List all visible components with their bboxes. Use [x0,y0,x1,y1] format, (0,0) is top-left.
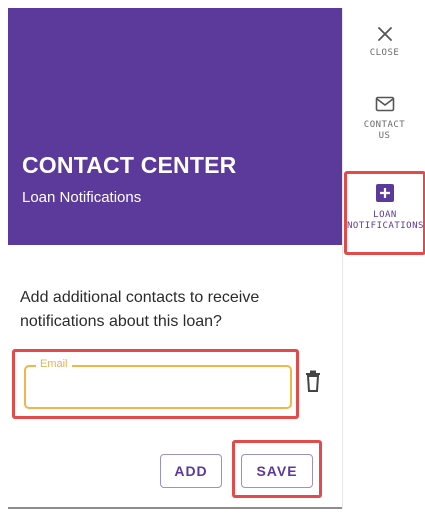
contact-us-label: CONTACT US [363,120,406,141]
loan-notifications-highlight: LOAN NOTIFICATIONS [344,171,425,255]
page-title: CONTACT CENTER [22,152,237,178]
panel-header: CONTACT CENTER Loan Notifications [8,8,342,245]
page-subtitle: Loan Notifications [22,189,142,206]
rail-close[interactable]: CLOSE [343,26,425,59]
email-field-highlight: Email [12,349,299,419]
side-rail: CLOSE CONTACT US LOAN NOTIFICATIONS [342,8,425,509]
email-input[interactable] [36,377,276,397]
email-field-label: Email [36,358,72,370]
save-button-highlight: SAVE [232,440,322,498]
rail-contact-us[interactable]: CONTACT US [343,96,425,142]
loan-notifications-label: LOAN NOTIFICATIONS [347,210,424,231]
contacts-prompt: Add additional contacts to receive notif… [20,289,260,330]
add-box-icon [376,184,394,202]
add-button[interactable]: ADD [160,454,222,488]
close-label: CLOSE [369,48,400,58]
contact-center-panel: CONTACT CENTER Loan Notifications Add ad… [8,8,342,509]
divider [8,507,342,509]
mail-icon [375,96,394,112]
email-field[interactable]: Email [24,358,292,409]
rail-loan-notifications[interactable]: LOAN NOTIFICATIONS [347,184,423,232]
trash-icon[interactable] [305,370,321,392]
close-icon [377,27,392,41]
save-button[interactable]: SAVE [241,454,313,488]
